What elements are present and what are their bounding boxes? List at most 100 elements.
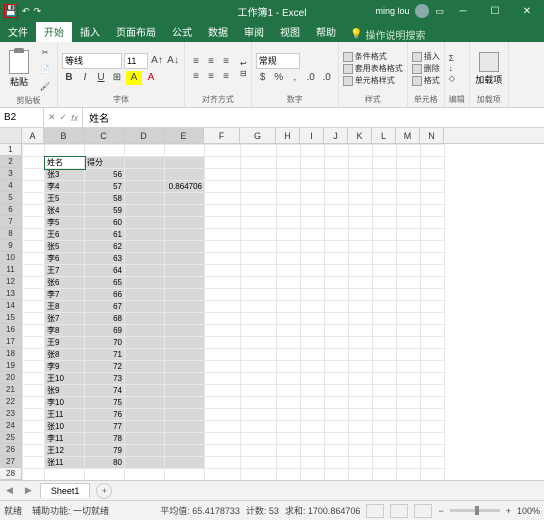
- cell[interactable]: [373, 313, 397, 325]
- table-format-button[interactable]: 套用表格格式: [343, 63, 403, 74]
- cell[interactable]: [349, 277, 373, 289]
- cell[interactable]: [165, 253, 205, 265]
- select-all-corner[interactable]: [0, 128, 22, 143]
- cell[interactable]: [205, 373, 241, 385]
- cell[interactable]: 张10: [45, 421, 85, 433]
- column-header[interactable]: A: [22, 128, 44, 143]
- cell[interactable]: [165, 373, 205, 385]
- cell[interactable]: [349, 265, 373, 277]
- cell[interactable]: [165, 409, 205, 421]
- cell[interactable]: 张6: [45, 277, 85, 289]
- cell[interactable]: [373, 361, 397, 373]
- copy-icon[interactable]: 📄: [37, 61, 53, 77]
- cell[interactable]: [165, 361, 205, 373]
- cell[interactable]: [349, 241, 373, 253]
- cell[interactable]: [277, 181, 301, 193]
- cell[interactable]: [373, 469, 397, 481]
- cell[interactable]: [325, 349, 349, 361]
- cell[interactable]: 李6: [45, 253, 85, 265]
- paste-button[interactable]: 粘贴: [4, 50, 34, 88]
- cell[interactable]: [397, 469, 421, 481]
- cell[interactable]: 姓名: [45, 157, 85, 169]
- underline-button[interactable]: U: [94, 71, 108, 85]
- cell[interactable]: [241, 313, 277, 325]
- cell[interactable]: [205, 193, 241, 205]
- cell[interactable]: [349, 301, 373, 313]
- cell[interactable]: [241, 241, 277, 253]
- cell[interactable]: [165, 241, 205, 253]
- cell[interactable]: [301, 361, 325, 373]
- cell[interactable]: [85, 469, 125, 481]
- cell[interactable]: [23, 349, 45, 361]
- row-header[interactable]: 7: [0, 216, 21, 228]
- cell[interactable]: [373, 205, 397, 217]
- row-header[interactable]: 16: [0, 324, 21, 336]
- cell[interactable]: [421, 181, 445, 193]
- cell[interactable]: [421, 169, 445, 181]
- cell[interactable]: [301, 325, 325, 337]
- cell[interactable]: [205, 145, 241, 157]
- cell[interactable]: [165, 349, 205, 361]
- cell[interactable]: [397, 301, 421, 313]
- row-header[interactable]: 10: [0, 252, 21, 264]
- cell[interactable]: [301, 205, 325, 217]
- cell[interactable]: [421, 385, 445, 397]
- minimize-button[interactable]: ─: [450, 0, 476, 22]
- cell[interactable]: 李5: [45, 217, 85, 229]
- cell[interactable]: [277, 313, 301, 325]
- column-header[interactable]: L: [372, 128, 396, 143]
- cell[interactable]: [301, 469, 325, 481]
- cell[interactable]: [397, 409, 421, 421]
- cell[interactable]: [325, 469, 349, 481]
- row-header[interactable]: 9: [0, 240, 21, 252]
- cell[interactable]: 60: [85, 217, 125, 229]
- number-format-select[interactable]: 常规: [256, 53, 300, 69]
- cell[interactable]: [301, 433, 325, 445]
- cell[interactable]: [349, 205, 373, 217]
- cell[interactable]: [349, 433, 373, 445]
- cell[interactable]: [373, 445, 397, 457]
- cell[interactable]: [23, 421, 45, 433]
- cell[interactable]: [421, 217, 445, 229]
- cell[interactable]: [125, 397, 165, 409]
- cell[interactable]: 张11: [45, 457, 85, 469]
- cell[interactable]: 62: [85, 241, 125, 253]
- cell[interactable]: 李10: [45, 397, 85, 409]
- cell[interactable]: [277, 433, 301, 445]
- cell[interactable]: [325, 253, 349, 265]
- cell[interactable]: [205, 445, 241, 457]
- row-header[interactable]: 6: [0, 204, 21, 216]
- row-header[interactable]: 8: [0, 228, 21, 240]
- cell[interactable]: [23, 301, 45, 313]
- cell[interactable]: [349, 253, 373, 265]
- font-name-select[interactable]: 等线: [62, 53, 122, 69]
- cell[interactable]: [349, 445, 373, 457]
- cell[interactable]: [373, 289, 397, 301]
- decrease-decimal-icon[interactable]: .0: [320, 71, 334, 85]
- cell[interactable]: [125, 217, 165, 229]
- row-header[interactable]: 12: [0, 276, 21, 288]
- cell[interactable]: [373, 265, 397, 277]
- cell[interactable]: 王6: [45, 229, 85, 241]
- column-header[interactable]: F: [204, 128, 240, 143]
- cell[interactable]: [205, 265, 241, 277]
- cell[interactable]: 得分: [85, 157, 125, 169]
- cancel-formula-icon[interactable]: ✕: [48, 112, 56, 123]
- cell[interactable]: [277, 361, 301, 373]
- cell[interactable]: [325, 217, 349, 229]
- cell[interactable]: [325, 169, 349, 181]
- cell[interactable]: [421, 373, 445, 385]
- cell[interactable]: [301, 145, 325, 157]
- cell[interactable]: [125, 169, 165, 181]
- cell[interactable]: [125, 253, 165, 265]
- cell[interactable]: [205, 457, 241, 469]
- cell[interactable]: [325, 397, 349, 409]
- cell[interactable]: [421, 349, 445, 361]
- row-header[interactable]: 14: [0, 300, 21, 312]
- cell[interactable]: [125, 373, 165, 385]
- cell[interactable]: [373, 409, 397, 421]
- cell[interactable]: [421, 253, 445, 265]
- cell[interactable]: [241, 169, 277, 181]
- cell[interactable]: [241, 325, 277, 337]
- cell[interactable]: [397, 241, 421, 253]
